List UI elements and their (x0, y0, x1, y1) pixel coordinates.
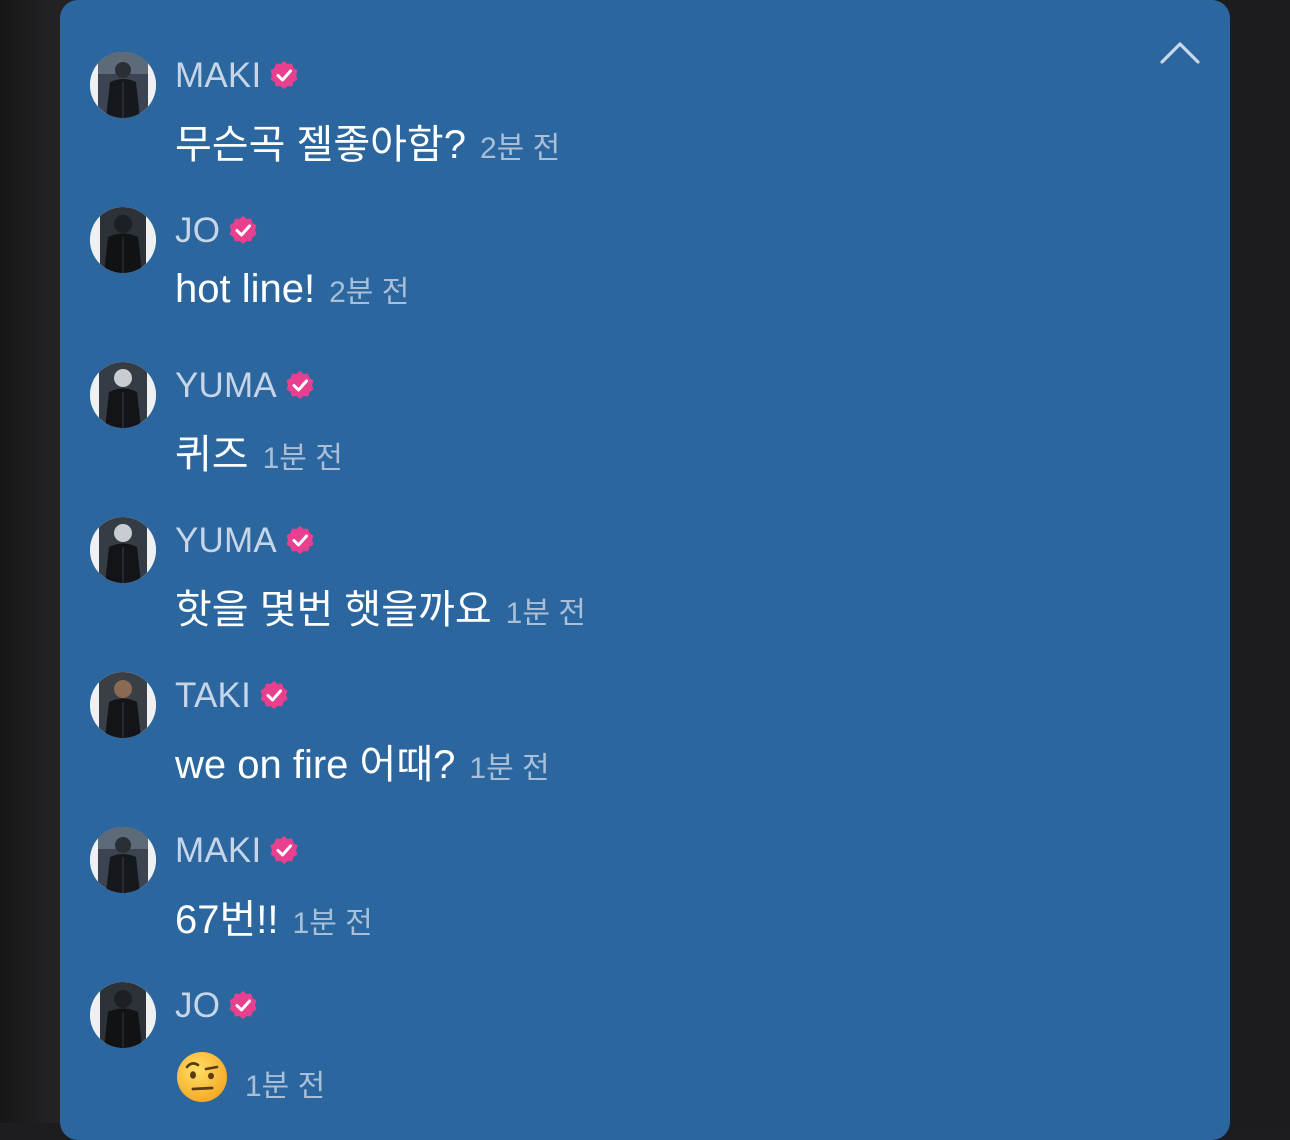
message-time: 1분 전 (292, 907, 373, 940)
verified-badge-icon (229, 991, 257, 1019)
username[interactable]: YUMA (175, 521, 277, 561)
chat-message: MAKI 67번!! 1분 전 (90, 827, 1190, 957)
username[interactable]: MAKI (175, 56, 261, 96)
avatar[interactable] (90, 827, 156, 893)
username[interactable]: YUMA (175, 366, 277, 406)
avatar[interactable] (90, 52, 156, 118)
chat-message: YUMA 핫을 몇번 햇을까요 1분 전 (90, 517, 1190, 647)
verified-badge-icon (286, 526, 314, 554)
message-text: hot line! (175, 267, 316, 311)
chat-message: YUMA 퀴즈 1분 전 (90, 362, 1190, 492)
username[interactable]: JO (175, 211, 220, 251)
chat-message: JO 1분 전 (90, 982, 1190, 1112)
avatar[interactable] (90, 362, 156, 428)
chat-message: TAKI we on fire 어때? 1분 전 (90, 672, 1190, 802)
message-time: 2분 전 (479, 132, 561, 165)
message-time: 1분 전 (469, 752, 550, 785)
message-text: 퀴즈 (175, 433, 249, 477)
chat-panel: MAKI 무슨곡 젤좋아함? 2분 전 JO hot line! 2분 전 YU… (60, 0, 1230, 1140)
verified-badge-icon (270, 61, 298, 89)
verified-badge-icon (260, 681, 288, 709)
message-text: 무슨곡 젤좋아함? (175, 123, 466, 167)
chat-message: JO hot line! 2분 전 (90, 207, 1190, 337)
message-text: we on fire 어때? (175, 743, 456, 787)
username[interactable]: MAKI (175, 831, 261, 871)
verified-badge-icon (270, 836, 298, 864)
chat-message: MAKI 무슨곡 젤좋아함? 2분 전 (90, 52, 1190, 182)
message-text: 핫을 몇번 햇을까요 (175, 588, 492, 632)
avatar[interactable] (90, 982, 156, 1048)
face-with-raised-eyebrow-emoji (175, 1050, 229, 1104)
message-time: 2분 전 (329, 276, 410, 309)
avatar[interactable] (90, 207, 156, 273)
username[interactable]: JO (175, 986, 220, 1026)
verified-badge-icon (229, 216, 257, 244)
username[interactable]: TAKI (175, 676, 251, 716)
message-text: 67번!! (175, 898, 279, 942)
avatar[interactable] (90, 517, 156, 583)
message-time: 1분 전 (262, 442, 343, 475)
message-time: 1분 전 (245, 1070, 326, 1103)
message-time: 1분 전 (505, 597, 586, 630)
verified-badge-icon (286, 371, 314, 399)
avatar[interactable] (90, 672, 156, 738)
